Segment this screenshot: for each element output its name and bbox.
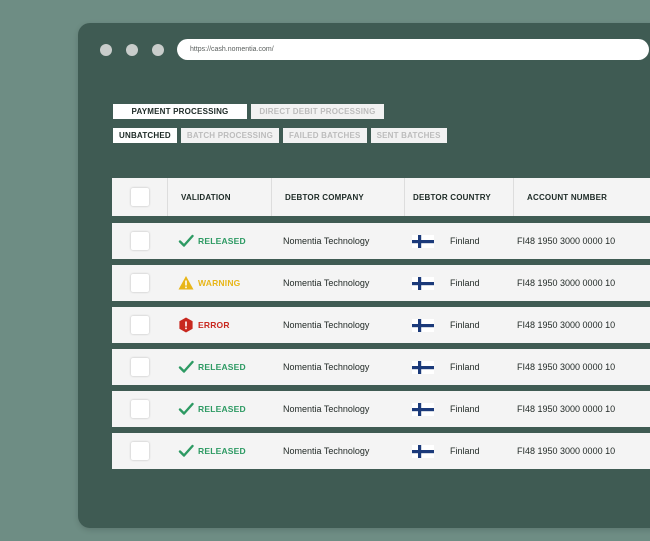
checkmark-icon [178,444,194,457]
validation-cell: WARNING [167,265,271,301]
validation-cell: RELEASED [167,349,271,385]
row-select-cell [112,265,167,301]
validation-cell: RELEASED [167,433,271,469]
account-number-cell: FI48 1950 3000 0000 10 [517,446,616,456]
secondary-tabs: UNBATCHED BATCH PROCESSING FAILED BATCHE… [113,128,447,143]
finland-flag-icon [412,318,434,332]
tab-unbatched[interactable]: UNBATCHED [113,128,177,143]
tab-sent-batches[interactable]: SENT BATCHES [370,128,447,143]
validation-status: ERROR [198,320,230,330]
account-number-cell: FI48 1950 3000 0000 10 [517,236,616,246]
table-row[interactable]: RELEASED Nomentia Technology Finland FI48 1… [112,433,650,469]
checkmark-icon [178,360,194,373]
debtor-country-cell: Finland [404,391,513,427]
window-control-minimize-icon[interactable] [126,44,138,56]
country-name: Finland [450,362,480,372]
finland-flag-icon [412,234,434,248]
row-select-cell [112,433,167,469]
column-header-debtor-country[interactable]: DEBTOR COUNTRY [404,178,513,216]
debtor-company-cell: Nomentia Technology [283,236,370,246]
table-row[interactable]: RELEASED Nomentia Technology Finland FI48 1… [112,391,650,427]
row-checkbox[interactable] [130,358,149,376]
validation-status: RELEASED [198,446,246,456]
row-select-cell [112,391,167,427]
debtor-country-cell: Finland [404,223,513,259]
country-name: Finland [450,278,480,288]
error-hexagon-icon [179,317,193,333]
finland-flag-icon [412,276,434,290]
debtor-country-cell: Finland [404,433,513,469]
table-row[interactable]: WARNING Nomentia Technology Finland FI48 19… [112,265,650,301]
payments-table: VALIDATION DEBTOR COMPANY DEBTOR COUNTRY… [112,178,650,469]
primary-tabs: PAYMENT PROCESSING DIRECT DEBIT PROCESSI… [113,104,384,119]
validation-cell: RELEASED [167,391,271,427]
account-number-cell: FI48 1950 3000 0000 10 [517,278,616,288]
table-row[interactable]: RELEASED Nomentia Technology Finland FI48 1… [112,349,650,385]
account-number-cell: FI48 1950 3000 0000 10 [517,362,616,372]
validation-status: RELEASED [198,362,246,372]
tab-failed-batches[interactable]: FAILED BATCHES [283,128,367,143]
row-checkbox[interactable] [130,316,149,334]
table-header: VALIDATION DEBTOR COMPANY DEBTOR COUNTRY… [112,178,650,216]
window-control-close-icon[interactable] [100,44,112,56]
finland-flag-icon [412,402,434,416]
validation-cell: ERROR [167,307,271,343]
debtor-company-cell: Nomentia Technology [283,446,370,456]
country-name: Finland [450,446,480,456]
debtor-company-cell: Nomentia Technology [283,320,370,330]
checkmark-icon [178,234,194,247]
debtor-country-cell: Finland [404,307,513,343]
tab-direct-debit-processing[interactable]: DIRECT DEBIT PROCESSING [251,104,384,119]
country-name: Finland [450,236,480,246]
country-name: Finland [450,320,480,330]
debtor-company-cell: Nomentia Technology [283,278,370,288]
account-number-cell: FI48 1950 3000 0000 10 [517,404,616,414]
row-checkbox[interactable] [130,442,149,460]
table-row[interactable]: ERROR Nomentia Technology Finland FI48 1950… [112,307,650,343]
table-row[interactable]: RELEASED Nomentia Technology Finland FI48 1… [112,223,650,259]
window-control-maximize-icon[interactable] [152,44,164,56]
column-header-account-number[interactable]: ACCOUNT NUMBER [513,178,650,216]
validation-status: WARNING [198,278,241,288]
browser-window: https://cash.nomentia.com/ PAYMENT PROCE… [78,23,650,528]
address-bar[interactable]: https://cash.nomentia.com/ [177,39,649,60]
row-select-cell [112,307,167,343]
country-name: Finland [450,404,480,414]
warning-triangle-icon [178,276,194,290]
debtor-company-cell: Nomentia Technology [283,362,370,372]
header-select-all [112,178,167,216]
row-select-cell [112,349,167,385]
row-select-cell [112,223,167,259]
tab-batch-processing[interactable]: BATCH PROCESSING [180,128,280,143]
row-checkbox[interactable] [130,400,149,418]
row-checkbox[interactable] [130,274,149,292]
column-header-debtor-company[interactable]: DEBTOR COMPANY [271,178,404,216]
validation-status: RELEASED [198,236,246,246]
account-number-cell: FI48 1950 3000 0000 10 [517,320,616,330]
checkmark-icon [178,402,194,415]
debtor-company-cell: Nomentia Technology [283,404,370,414]
validation-cell: RELEASED [167,223,271,259]
tab-payment-processing[interactable]: PAYMENT PROCESSING [113,104,247,119]
column-header-validation[interactable]: VALIDATION [167,178,271,216]
table-body: RELEASED Nomentia Technology Finland FI48 1… [112,223,650,469]
finland-flag-icon [412,444,434,458]
debtor-country-cell: Finland [404,265,513,301]
debtor-country-cell: Finland [404,349,513,385]
select-all-checkbox[interactable] [130,188,149,206]
row-checkbox[interactable] [130,232,149,250]
validation-status: RELEASED [198,404,246,414]
finland-flag-icon [412,360,434,374]
